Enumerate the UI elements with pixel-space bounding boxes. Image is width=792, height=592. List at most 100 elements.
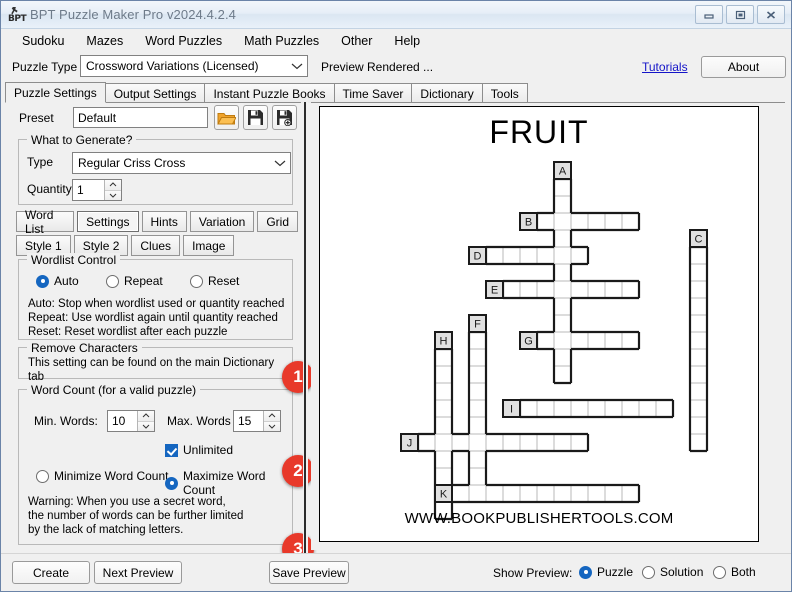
radio-dot-icon — [36, 470, 49, 483]
unlimited-checkbox[interactable]: Unlimited — [165, 443, 233, 457]
svg-text:F: F — [474, 319, 481, 331]
subtab-grid[interactable]: Grid — [257, 211, 298, 232]
type-select[interactable]: Regular Criss Cross — [72, 152, 291, 174]
svg-text:K: K — [440, 489, 448, 501]
min-words-stepper[interactable]: 10 — [107, 410, 155, 432]
svg-text:B: B — [525, 217, 532, 229]
radio-show-both-label: Both — [731, 565, 756, 579]
what-to-generate-group: What to Generate? Type Regular Criss Cro… — [18, 139, 293, 205]
max-words-value: 15 — [234, 411, 263, 431]
min-words-down-icon[interactable] — [138, 422, 154, 432]
svg-text:D: D — [474, 251, 482, 263]
max-words-down-icon[interactable] — [264, 422, 280, 432]
tab-time-saver[interactable]: Time Saver — [334, 83, 413, 103]
svg-text:A: A — [559, 166, 567, 178]
preview-panel: FRUIT ABCDEFGHIJK WWW.BOOKPUBLISHERTOOLS… — [311, 102, 785, 550]
radio-dot-icon — [36, 275, 49, 288]
radio-show-puzzle[interactable]: Puzzle — [579, 565, 633, 579]
menu-mazes[interactable]: Mazes — [75, 31, 134, 51]
close-icon[interactable] — [757, 5, 785, 24]
radio-dot-icon — [642, 566, 655, 579]
svg-text:H: H — [440, 336, 448, 348]
puzzle-type-select[interactable]: Crossword Variations (Licensed) — [80, 55, 308, 77]
tutorials-link[interactable]: Tutorials — [642, 60, 688, 74]
quantity-stepper[interactable]: 1 — [72, 179, 122, 201]
maximize-icon[interactable] — [726, 5, 754, 24]
show-preview-label: Show Preview: — [493, 566, 572, 580]
wordlist-control-title: Wordlist Control — [27, 253, 120, 267]
radio-show-solution-label: Solution — [660, 565, 703, 579]
menu-math-puzzles[interactable]: Math Puzzles — [233, 31, 330, 51]
min-words-label: Min. Words: — [34, 414, 98, 428]
subtab-word-list[interactable]: Word List — [16, 211, 74, 232]
remove-characters-group: Remove Characters This setting can be fo… — [18, 347, 293, 379]
menu-bar: Sudoku Mazes Word Puzzles Math Puzzles O… — [1, 29, 791, 53]
bottom-bar: Create Next Preview Save Preview Show Pr… — [1, 553, 791, 591]
preset-input[interactable]: Default — [73, 107, 208, 128]
word-count-title: Word Count (for a valid puzzle) — [27, 383, 200, 397]
type-label: Type — [27, 155, 53, 169]
panel-splitter[interactable] — [303, 102, 308, 554]
preview-rendered-status: Preview Rendered ... — [321, 60, 433, 74]
radio-maximize-word-count[interactable]: Maximize Word Count — [165, 469, 292, 497]
word-count-warning: Warning: When you use a secret word, the… — [28, 495, 243, 537]
floppy-save-as-icon[interactable] — [272, 105, 297, 130]
tab-instant-puzzle-books[interactable]: Instant Puzzle Books — [204, 83, 334, 103]
radio-wordlist-repeat-label: Repeat — [124, 274, 163, 288]
puzzle-preview-page: FRUIT ABCDEFGHIJK WWW.BOOKPUBLISHERTOOLS… — [319, 106, 759, 542]
max-words-up-icon[interactable] — [264, 411, 280, 422]
unlimited-label: Unlimited — [183, 443, 233, 457]
callout-badge-2: 2 — [282, 455, 314, 487]
application-window: BPT BPT Puzzle Maker Pro v2024.4.2.4 Sud… — [0, 0, 792, 592]
quantity-value: 1 — [73, 180, 104, 200]
floppy-save-icon[interactable] — [243, 105, 268, 130]
title-bar: BPT BPT Puzzle Maker Pro v2024.4.2.4 — [1, 1, 791, 29]
radio-wordlist-auto[interactable]: Auto — [36, 274, 79, 288]
folder-open-icon[interactable] — [214, 105, 239, 130]
quantity-up-icon[interactable] — [105, 180, 121, 191]
menu-help[interactable]: Help — [383, 31, 431, 51]
svg-text:I: I — [510, 404, 513, 416]
min-words-up-icon[interactable] — [138, 411, 154, 422]
tab-puzzle-settings[interactable]: Puzzle Settings — [5, 82, 106, 103]
radio-maximize-word-count-label: Maximize Word Count — [183, 469, 292, 497]
radio-dot-icon — [165, 477, 178, 490]
max-words-label: Max. Words — [167, 414, 231, 428]
tab-tools[interactable]: Tools — [482, 83, 528, 103]
subtab-settings[interactable]: Settings — [77, 211, 138, 232]
radio-show-puzzle-label: Puzzle — [597, 565, 633, 579]
svg-text:E: E — [491, 285, 498, 297]
create-button[interactable]: Create — [12, 561, 90, 584]
puzzle-type-label: Puzzle Type — [12, 60, 77, 74]
radio-wordlist-repeat[interactable]: Repeat — [106, 274, 163, 288]
radio-dot-icon — [713, 566, 726, 579]
menu-other[interactable]: Other — [330, 31, 383, 51]
max-words-stepper[interactable]: 15 — [233, 410, 281, 432]
min-words-value: 10 — [108, 411, 137, 431]
checkbox-check-icon — [165, 444, 178, 457]
subtab-hints[interactable]: Hints — [142, 211, 187, 232]
wordlist-control-group: Wordlist Control Auto Repeat Reset Auto:… — [18, 259, 293, 340]
subtab-image[interactable]: Image — [183, 235, 234, 256]
next-preview-button[interactable]: Next Preview — [94, 561, 182, 584]
radio-show-both[interactable]: Both — [713, 565, 756, 579]
minimize-icon[interactable] — [695, 5, 723, 24]
crossword-grid: ABCDEFGHIJK — [320, 107, 759, 542]
radio-minimize-word-count[interactable]: Minimize Word Count — [36, 469, 168, 483]
quantity-down-icon[interactable] — [105, 191, 121, 201]
radio-dot-icon — [579, 566, 592, 579]
subtab-variation[interactable]: Variation — [190, 211, 254, 232]
menu-sudoku[interactable]: Sudoku — [11, 31, 75, 51]
subtab-clues[interactable]: Clues — [131, 235, 180, 256]
tab-dictionary[interactable]: Dictionary — [411, 83, 482, 103]
chevron-down-icon — [287, 62, 307, 70]
radio-wordlist-reset[interactable]: Reset — [190, 274, 239, 288]
about-button[interactable]: About — [701, 56, 786, 78]
window-title: BPT Puzzle Maker Pro v2024.4.2.4 — [30, 7, 236, 22]
radio-show-solution[interactable]: Solution — [642, 565, 703, 579]
what-to-generate-title: What to Generate? — [27, 133, 136, 147]
puzzle-footer: WWW.BOOKPUBLISHERTOOLS.COM — [320, 510, 758, 527]
save-preview-button[interactable]: Save Preview — [269, 561, 349, 584]
menu-word-puzzles[interactable]: Word Puzzles — [134, 31, 233, 51]
tab-output-settings[interactable]: Output Settings — [105, 83, 206, 103]
